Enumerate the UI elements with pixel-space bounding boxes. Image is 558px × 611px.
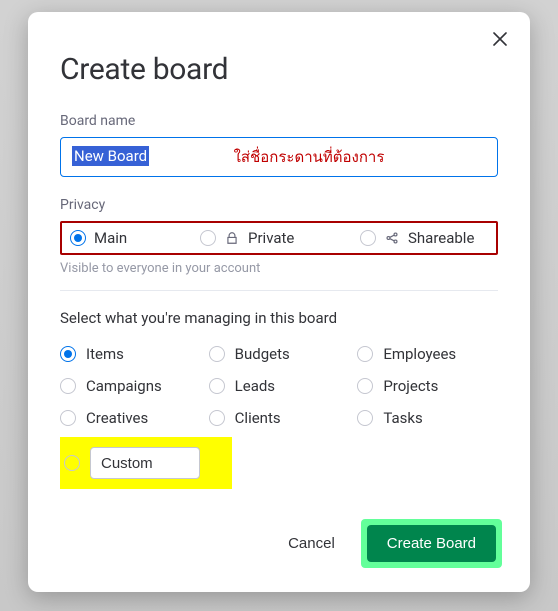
privacy-option-private[interactable]: Private — [200, 229, 360, 247]
radio-icon — [209, 346, 225, 362]
modal-footer: Cancel Create Board — [276, 519, 502, 568]
managing-option-label: Creatives — [86, 409, 148, 427]
privacy-label: Privacy — [60, 197, 498, 213]
privacy-section: Privacy Main Private Shareable — [60, 197, 498, 276]
radio-icon — [357, 378, 373, 394]
managing-option-label: Projects — [383, 377, 438, 395]
managing-options-grid: Items Budgets Employees Campaigns Leads … — [60, 345, 498, 427]
managing-option-projects[interactable]: Projects — [357, 377, 498, 395]
radio-icon — [209, 378, 225, 394]
radio-icon — [60, 410, 76, 426]
radio-icon — [60, 346, 76, 362]
managing-option-label: Leads — [235, 377, 275, 395]
privacy-hint: Visible to everyone in your account — [60, 261, 498, 276]
managing-option-employees[interactable]: Employees — [357, 345, 498, 363]
managing-option-label: Campaigns — [86, 377, 162, 395]
create-button-highlight: Create Board — [361, 519, 502, 568]
radio-icon — [360, 230, 376, 246]
radio-icon — [200, 230, 216, 246]
radio-icon — [357, 346, 373, 362]
board-name-input-wrap: New Board ใส่ชื่อกระดานที่ต้องการ — [60, 137, 498, 177]
privacy-options-row: Main Private Shareable — [60, 221, 498, 255]
custom-option-input[interactable] — [90, 447, 200, 479]
modal-title: Create board — [60, 52, 498, 87]
managing-option-label: Tasks — [383, 409, 422, 427]
divider — [60, 290, 498, 291]
managing-option-label: Clients — [235, 409, 281, 427]
managing-option-creatives[interactable]: Creatives — [60, 409, 201, 427]
create-board-button[interactable]: Create Board — [367, 525, 496, 562]
close-button[interactable] — [488, 28, 512, 52]
privacy-option-shareable[interactable]: Shareable — [360, 229, 488, 247]
radio-icon — [357, 410, 373, 426]
privacy-option-label: Private — [248, 229, 294, 247]
board-name-input[interactable] — [60, 137, 498, 177]
managing-option-label: Employees — [383, 345, 456, 363]
managing-option-label: Items — [86, 345, 124, 363]
managing-option-label: Budgets — [235, 345, 290, 363]
privacy-option-label: Main — [94, 229, 127, 247]
share-icon — [384, 230, 400, 246]
managing-option-clients[interactable]: Clients — [209, 409, 350, 427]
radio-icon — [60, 378, 76, 394]
managing-option-items[interactable]: Items — [60, 345, 201, 363]
cancel-button[interactable]: Cancel — [276, 527, 347, 560]
managing-option-campaigns[interactable]: Campaigns — [60, 377, 201, 395]
privacy-option-main[interactable]: Main — [70, 229, 200, 247]
radio-icon — [209, 410, 225, 426]
managing-option-leads[interactable]: Leads — [209, 377, 350, 395]
radio-icon — [64, 455, 80, 471]
lock-icon — [224, 230, 240, 246]
managing-option-custom[interactable] — [60, 437, 232, 489]
managing-label: Select what you're managing in this boar… — [60, 309, 498, 327]
close-icon — [493, 30, 507, 51]
privacy-option-label: Shareable — [408, 229, 474, 247]
create-board-modal: Create board Board name New Board ใส่ชื่… — [28, 12, 530, 592]
board-name-label: Board name — [60, 113, 498, 129]
managing-option-budgets[interactable]: Budgets — [209, 345, 350, 363]
managing-option-tasks[interactable]: Tasks — [357, 409, 498, 427]
radio-icon — [70, 230, 86, 246]
